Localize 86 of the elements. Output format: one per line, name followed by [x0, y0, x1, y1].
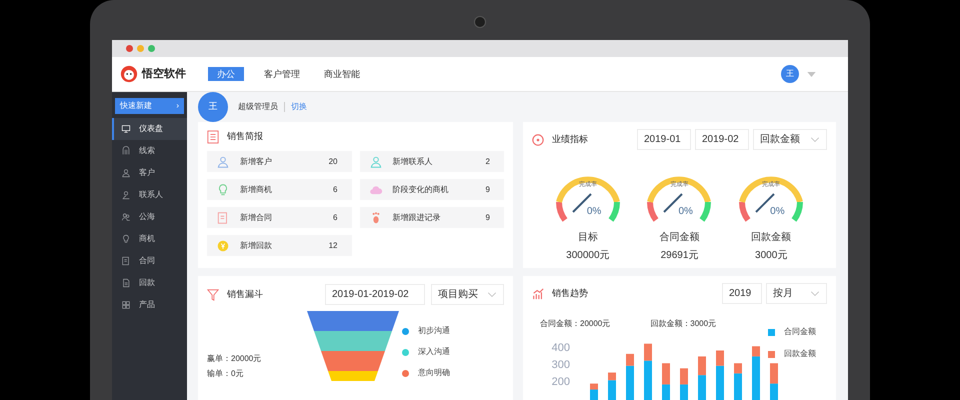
sidebar-item[interactable]: 公海	[112, 206, 187, 228]
stat-value: 6	[333, 184, 338, 196]
amount-select[interactable]: 回款金额	[753, 129, 827, 150]
people-icon	[121, 212, 131, 222]
sidebar-item[interactable]: 仪表盘	[112, 118, 187, 140]
chevron-down-icon	[810, 290, 820, 296]
legend-label: 合同金额	[784, 326, 816, 338]
card-title: 业绩指标	[552, 132, 588, 146]
user-avatar[interactable]: 王	[781, 65, 799, 83]
coin-icon	[216, 238, 230, 252]
target-icon	[532, 134, 544, 146]
y-axis-label: 200	[552, 376, 570, 388]
stat-value: 9	[486, 212, 490, 224]
funnel-icon	[207, 288, 219, 300]
legend-label: 回款金额	[784, 348, 816, 360]
legend-label: 初步沟通	[418, 325, 450, 337]
logo-text: 悟空软件	[142, 66, 186, 82]
switch-link[interactable]: 切换	[291, 101, 307, 113]
contract-total: 合同金额：20000元	[540, 318, 610, 330]
file-icon	[121, 278, 131, 288]
stat-label: 新增商机	[240, 184, 272, 196]
gauge-amount: 29691元	[660, 249, 698, 263]
monitor-icon	[121, 124, 131, 134]
monkey-logo-icon	[120, 65, 138, 83]
card-title: 销售漏斗	[227, 288, 263, 301]
document-icon	[216, 210, 230, 224]
date-field[interactable]: 2019	[722, 283, 762, 304]
sidebar-item[interactable]: 产品	[112, 294, 187, 316]
sidebar-item[interactable]: 联系人	[112, 184, 187, 206]
date-field[interactable]: 2019-01-2019-02	[325, 284, 425, 305]
person-icon	[121, 190, 131, 200]
period-select[interactable]: 按月	[766, 283, 827, 304]
role-text: 超级管理员	[238, 101, 278, 113]
lost-amount: 输单：0元	[207, 368, 244, 380]
profile-avatar: 王	[198, 92, 228, 122]
sidebar-item[interactable]: 客户	[112, 162, 187, 184]
chevron-down-icon	[810, 136, 820, 142]
person-icon	[121, 168, 131, 178]
stat-value: 9	[486, 184, 490, 196]
caret-down-icon[interactable]	[807, 72, 816, 76]
stat-label: 新增合同	[240, 212, 272, 224]
chevron-down-icon	[487, 292, 497, 298]
gauge-percent: 0%	[586, 205, 602, 219]
report-icon	[207, 130, 219, 144]
date-field[interactable]: 2019-01	[637, 129, 691, 150]
won-amount: 赢单：20000元	[207, 353, 262, 365]
date-field[interactable]: 2019-02	[695, 129, 749, 150]
stat-value: 6	[333, 212, 338, 224]
legend-label: 意向明确	[418, 367, 450, 379]
sidebar-item[interactable]: 线索	[112, 140, 187, 162]
document-icon	[121, 256, 131, 266]
stat-label: 阶段变化的商机	[392, 184, 448, 196]
nav-tab[interactable]: 办公	[208, 67, 244, 81]
legend-label: 深入沟通	[418, 346, 450, 358]
stat-value: 12	[328, 240, 338, 252]
lightbulb-icon	[121, 234, 131, 244]
sidebar-item[interactable]: 回款	[112, 272, 187, 294]
sidebar-item[interactable]: 商机	[112, 228, 187, 250]
stat-value: 20	[328, 156, 338, 168]
gauge-amount: 3000元	[755, 249, 788, 263]
gauge-percent: 0%	[770, 205, 785, 219]
nav-tab[interactable]: 客户管理	[260, 67, 304, 81]
quick-create-button[interactable]: 快速新建 ›	[115, 98, 184, 114]
stat-value: 2	[486, 156, 490, 168]
person-icon	[368, 154, 382, 168]
card-title: 销售趋势	[552, 286, 588, 300]
lightbulb-icon	[216, 182, 230, 196]
sidebar-item[interactable]: 合同	[112, 250, 187, 272]
gauge-label: 合同金额	[659, 230, 700, 245]
card-title: 销售简报	[227, 130, 263, 144]
gauge-label: 回款金额	[751, 230, 792, 245]
stat-label: 新增客户	[240, 156, 272, 168]
nav-tab[interactable]: 商业智能	[320, 67, 364, 81]
grid-icon	[121, 300, 131, 310]
y-axis-label: 300	[552, 359, 570, 372]
payment-total: 回款金额：3000元	[650, 318, 716, 330]
gauge-amount: 300000元	[566, 249, 610, 263]
gauge-label: 目标	[578, 230, 598, 245]
person-icon	[216, 154, 230, 168]
stat-label: 新增跟进记录	[392, 212, 440, 224]
y-axis-label: 400	[552, 342, 570, 354]
bar-chart-icon	[532, 288, 544, 300]
project-select[interactable]: 项目购买	[431, 284, 504, 305]
gauge-percent: 0%	[678, 205, 693, 219]
stat-label: 新增回款	[240, 240, 272, 252]
stat-label: 新增联系人	[392, 156, 432, 168]
